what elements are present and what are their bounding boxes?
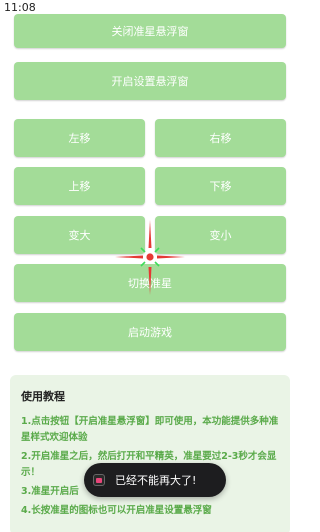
bigger-button[interactable]: 变大 bbox=[14, 216, 145, 254]
start-game-button[interactable]: 启动游戏 bbox=[14, 313, 286, 351]
open-settings-float-button[interactable]: 开启设置悬浮窗 bbox=[14, 62, 286, 100]
tutorial-step: 4.长按准星的图标也可以开启准星设置悬浮窗 bbox=[21, 505, 212, 516]
tutorial-card: 使用教程 1.点击按钮【开启准星悬浮窗】即可使用，本功能提供多种准星样式欢迎体验… bbox=[10, 375, 290, 532]
toast: 已经不能再大了! bbox=[84, 463, 226, 497]
switch-crosshair-button[interactable]: 切换准星 bbox=[14, 264, 286, 302]
crosshair-arm-right bbox=[157, 255, 185, 259]
move-right-button[interactable]: 右移 bbox=[155, 119, 286, 157]
move-up-button[interactable]: 上移 bbox=[14, 167, 145, 205]
status-time: 11:08 bbox=[4, 1, 36, 14]
tutorial-step: 1.点击按钮【开启准星悬浮窗】即可使用，本功能提供多种准星样式欢迎体验 bbox=[21, 416, 279, 443]
toast-text: 已经不能再大了! bbox=[115, 474, 197, 487]
screen: 11:08 关闭准星悬浮窗 开启设置悬浮窗 左移 右移 上移 下移 变大 变小 … bbox=[0, 0, 300, 532]
crosshair-center-dot bbox=[146, 253, 154, 261]
crosshair-arm-left bbox=[115, 255, 143, 259]
tutorial-title: 使用教程 bbox=[21, 390, 65, 403]
move-left-button[interactable]: 左移 bbox=[14, 119, 145, 157]
close-float-button[interactable]: 关闭准星悬浮窗 bbox=[14, 14, 286, 48]
app-icon bbox=[93, 474, 105, 486]
move-down-button[interactable]: 下移 bbox=[155, 167, 286, 205]
crosshair-arm-top bbox=[148, 220, 152, 248]
smaller-button[interactable]: 变小 bbox=[155, 216, 286, 254]
